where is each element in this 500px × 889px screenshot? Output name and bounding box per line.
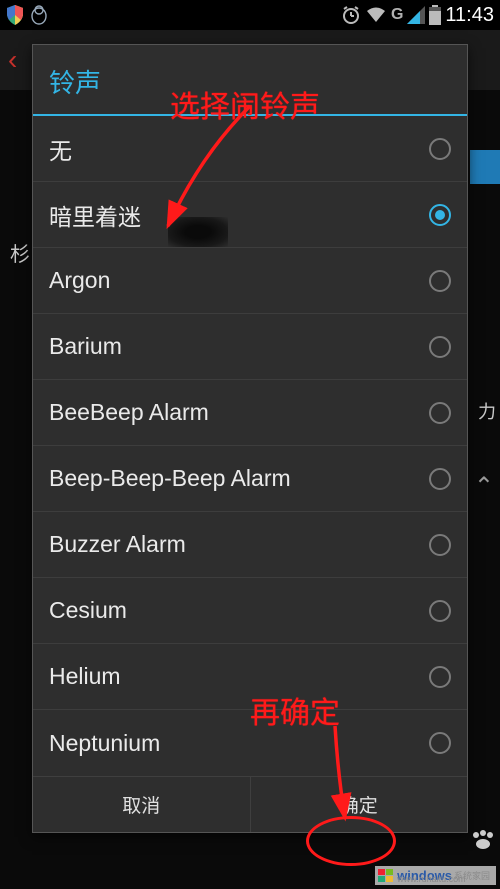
radio-icon — [429, 732, 451, 754]
radio-icon — [429, 666, 451, 688]
status-left — [6, 5, 48, 25]
ringtone-item[interactable]: BeeBeep Alarm — [33, 380, 467, 446]
ringtone-label: BeeBeep Alarm — [49, 399, 209, 426]
wifi-icon — [365, 6, 387, 24]
ringtone-dialog: 铃声 无暗里着迷 Argon Barium BeeBeep Alarm Beep-Bee… — [32, 44, 468, 833]
status-clock: 11:43 — [445, 4, 494, 27]
ringtone-item[interactable]: 无 — [33, 116, 467, 182]
ringtone-item[interactable]: Buzzer Alarm — [33, 512, 467, 578]
watermark: windows 系统家园 www.ruhaitu.com — [375, 866, 496, 885]
radio-icon — [429, 468, 451, 490]
cancel-button[interactable]: 取消 — [33, 777, 251, 832]
status-right: G 11:43 — [341, 4, 494, 27]
background-text-right: 力 — [478, 398, 496, 424]
windows-logo-icon — [378, 869, 394, 883]
ringtone-item[interactable]: Beep-Beep-Beep Alarm — [33, 446, 467, 512]
radio-icon — [429, 270, 451, 292]
ringtone-label: Buzzer Alarm — [49, 531, 186, 558]
network-type-label: G — [391, 6, 403, 24]
battery-icon — [429, 5, 441, 25]
background-blue-accent — [470, 150, 500, 184]
dialog-button-bar: 取消 确定 — [33, 776, 467, 832]
watermark-url: www.ruhaitu.com — [397, 874, 466, 884]
radio-icon — [429, 138, 451, 160]
radio-icon — [429, 600, 451, 622]
radio-icon — [429, 402, 451, 424]
radio-icon — [429, 336, 451, 358]
ringtone-label: Barium — [49, 333, 122, 360]
ringtone-item[interactable]: Neptunium — [33, 710, 467, 776]
radio-icon — [429, 204, 451, 226]
back-chevron-icon: ‹ — [8, 44, 17, 76]
ringtone-item[interactable]: Barium — [33, 314, 467, 380]
ringtone-label: 无 — [49, 132, 72, 166]
background-text-left: 杉 — [10, 238, 30, 267]
alarm-icon — [341, 5, 361, 25]
signal-icon — [407, 6, 425, 24]
ringtone-label: Helium — [49, 663, 121, 690]
ringtone-label: 暗里着迷 — [49, 198, 141, 232]
radio-icon — [429, 534, 451, 556]
ringtone-item[interactable]: Helium — [33, 644, 467, 710]
ok-button[interactable]: 确定 — [251, 777, 468, 832]
ringtone-label: Neptunium — [49, 730, 160, 757]
ringtone-item[interactable]: Argon — [33, 248, 467, 314]
background-chevron-icon: ⌃ — [474, 472, 494, 501]
dialog-title: 铃声 — [33, 45, 467, 114]
ringtone-item[interactable]: 暗里着迷 — [33, 182, 467, 248]
qq-icon — [30, 5, 48, 25]
paw-icon — [470, 830, 494, 855]
ringtone-label: Cesium — [49, 597, 127, 624]
status-bar: G 11:43 — [0, 0, 500, 30]
ringtone-list: 无暗里着迷 Argon Barium BeeBeep Alarm Beep-Beep-B… — [33, 116, 467, 776]
ringtone-label: Beep-Beep-Beep Alarm — [49, 465, 291, 492]
shield-icon — [6, 5, 24, 25]
ringtone-label: Argon — [49, 267, 110, 294]
ringtone-item[interactable]: Cesium — [33, 578, 467, 644]
